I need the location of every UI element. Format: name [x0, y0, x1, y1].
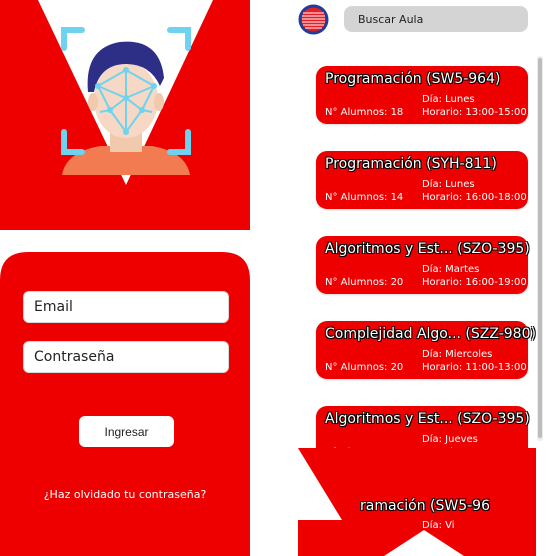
class-card-students: N° Alumnos: 18: [325, 107, 404, 118]
class-card-schedule: Horario: 11:00-13:00: [422, 362, 527, 373]
class-card-day: Día: Lunes: [422, 94, 475, 105]
class-card-title: Complejidad Algo... (SZZ-980): [325, 326, 536, 342]
v-notch: [0, 230, 250, 252]
class-card[interactable]: Programación (SW5-964) Día: Lunes N° Alumn…: [316, 66, 528, 124]
partial-card-title: ramación (SW5-96: [360, 498, 490, 514]
class-card-title: Algoritmos y Est... (SZO-395): [325, 411, 530, 427]
class-card[interactable]: Programación (SYH-811) Día: Lunes N° Alumn…: [316, 151, 528, 209]
class-card-day: Día: Jueves: [422, 434, 478, 445]
search-input[interactable]: Buscar Aula: [344, 6, 528, 32]
class-card-students: N° Alumnos: 14: [325, 192, 404, 203]
class-card-title: Programación (SW5-964): [325, 71, 501, 87]
class-card-day: Día: Miercoles: [422, 349, 493, 360]
avatar-icon[interactable]: [298, 4, 329, 35]
partial-card-day: Día: Vi: [422, 520, 455, 531]
class-card-students: N° Alumnos: 20: [325, 277, 404, 288]
class-card-schedule: Horario: 13:00-15:00: [422, 107, 527, 118]
class-card[interactable]: Complejidad Algo... (SZZ-980) Día: Mierco…: [316, 321, 536, 379]
partial-class-card[interactable]: ramación (SW5-96 Día: Vi: [298, 448, 536, 556]
class-card-students: N° Alumnos: 20: [325, 362, 404, 373]
class-card-schedule: Horario: 16:00-19:00: [422, 277, 527, 288]
login-button[interactable]: Ingresar: [79, 416, 174, 447]
class-card-day: Día: Lunes: [422, 179, 475, 190]
email-field[interactable]: Email: [23, 291, 229, 323]
screen: Email Contraseña Ingresar ¿Haz olvidado …: [0, 0, 550, 556]
class-card[interactable]: Algoritmos y Est... (SZO-395) Día: Martes…: [316, 236, 530, 294]
scrollbar-thumb[interactable]: [538, 58, 542, 438]
class-card-title: Programación (SYH-811): [325, 156, 497, 172]
class-card-title: Algoritmos y Est... (SZO-395): [325, 241, 530, 257]
class-card-schedule: Horario: 16:00-18:00: [422, 192, 527, 203]
forgot-password-link[interactable]: ¿Haz olvidado tu contraseña?: [0, 488, 250, 501]
class-card-day: Día: Martes: [422, 264, 480, 275]
password-field[interactable]: Contraseña: [23, 341, 229, 373]
